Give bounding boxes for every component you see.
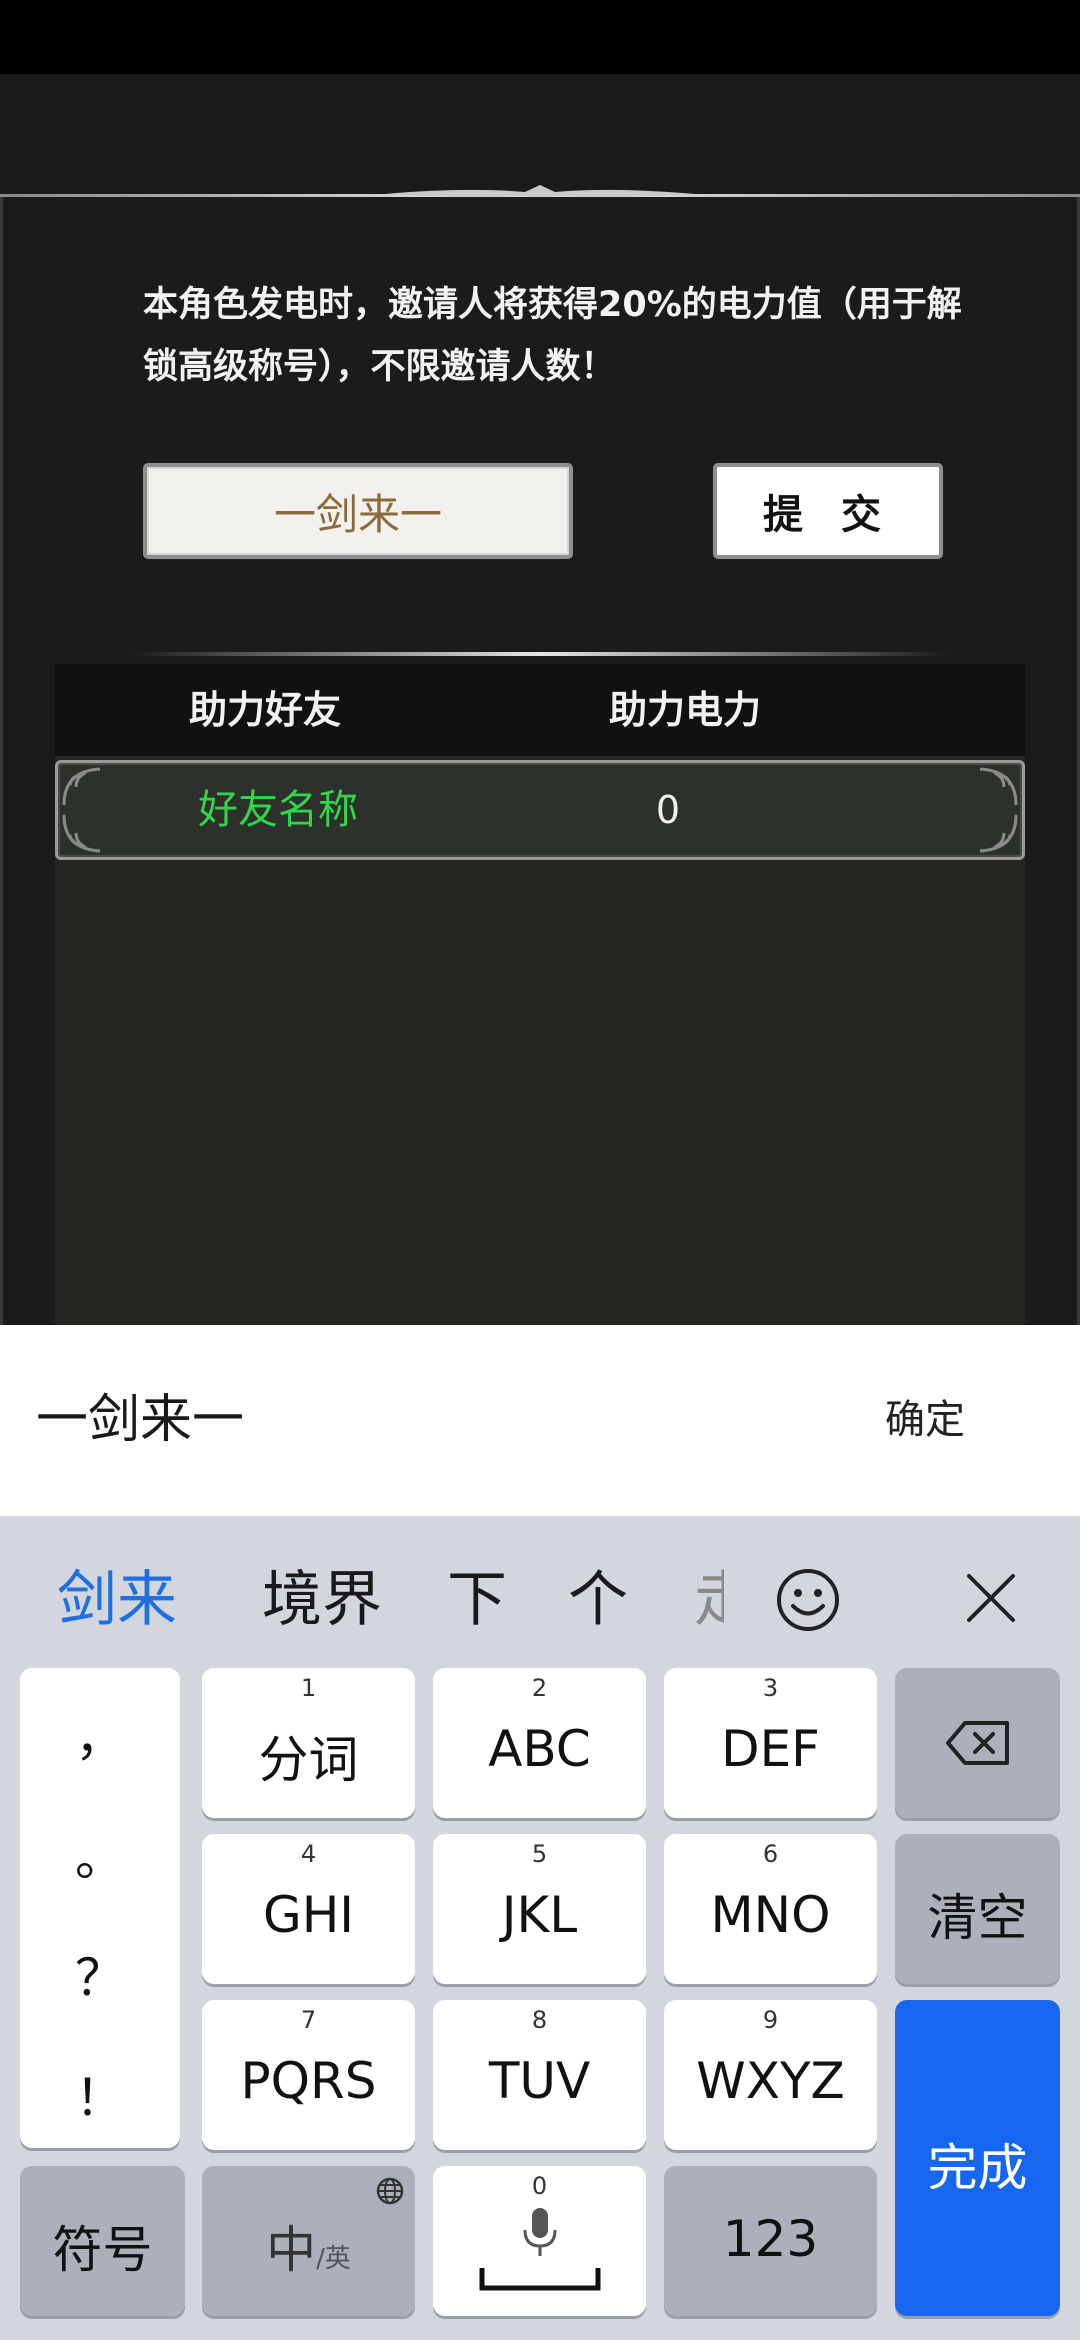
candidate-3[interactable]: 下 bbox=[447, 1550, 507, 1650]
glow-divider bbox=[130, 652, 950, 656]
key-number: 7 bbox=[300, 2006, 317, 2034]
column-header-power: 助力电力 bbox=[608, 688, 761, 732]
corner-ornament-icon bbox=[979, 814, 1018, 853]
input-text-field[interactable]: 一剑来一 bbox=[36, 1325, 244, 1516]
language-main: 中 bbox=[266, 2221, 317, 2279]
helper-table: 助力好友 助力电力 好友名称 0 bbox=[55, 664, 1025, 1325]
friend-name: 好友名称 bbox=[198, 787, 358, 833]
punct-comma-key[interactable]: ， bbox=[20, 1698, 180, 1770]
clear-label: 清空 bbox=[927, 1889, 1028, 1947]
key-label: PQRS bbox=[240, 2052, 377, 2110]
key-label: 分词 bbox=[258, 1731, 359, 1789]
language-sub: /英 bbox=[316, 2244, 351, 2274]
key-8[interactable]: 8 TUV bbox=[433, 2000, 646, 2150]
key-number: 1 bbox=[300, 1674, 317, 1702]
key-label: DEF bbox=[721, 1720, 820, 1778]
key-label: GHI bbox=[262, 1886, 355, 1944]
candidate-2[interactable]: 境界 bbox=[262, 1550, 382, 1650]
symbol-key[interactable]: 符号 bbox=[20, 2166, 185, 2316]
game-header bbox=[0, 74, 1080, 198]
key-label: MNO bbox=[710, 1886, 831, 1944]
key-3[interactable]: 3 DEF bbox=[664, 1668, 877, 1818]
key-label: TUV bbox=[488, 2052, 591, 2110]
number-label: 123 bbox=[722, 2210, 819, 2268]
backspace-key[interactable] bbox=[895, 1668, 1060, 1818]
submit-label: 提 交 bbox=[763, 492, 893, 538]
key-1[interactable]: 1 分词 bbox=[202, 1668, 415, 1818]
key-5[interactable]: 5 JKL bbox=[433, 1834, 646, 1984]
table-header: 助力好友 助力电力 bbox=[55, 664, 1025, 756]
done-key[interactable]: 完成 bbox=[895, 2000, 1060, 2316]
inviter-name-value: 一剑来一 bbox=[273, 489, 442, 539]
language-switch-key[interactable]: 中/英 bbox=[202, 2166, 415, 2316]
punct-exclaim-key[interactable]: ！ bbox=[20, 2058, 180, 2130]
done-label: 完成 bbox=[927, 2139, 1028, 2197]
candidate-1[interactable]: 剑来 bbox=[57, 1550, 177, 1650]
key-2[interactable]: 2 ABC bbox=[433, 1668, 646, 1818]
key-4[interactable]: 4 GHI bbox=[202, 1834, 415, 1984]
key-number: 6 bbox=[762, 1840, 779, 1868]
corner-ornament-icon bbox=[979, 767, 1018, 806]
emoji-icon[interactable] bbox=[775, 1567, 841, 1633]
candidate-4[interactable]: 个 bbox=[568, 1550, 628, 1650]
key-9[interactable]: 9 WXYZ bbox=[664, 2000, 877, 2150]
clear-key[interactable]: 清空 bbox=[895, 1834, 1060, 1984]
key-number: 5 bbox=[531, 1840, 548, 1868]
punctuation-column: ， 。 ？ ！ bbox=[20, 1668, 180, 2148]
key-number: 0 bbox=[531, 2172, 548, 2200]
key-number: 8 bbox=[531, 2006, 548, 2034]
key-number: 3 bbox=[762, 1674, 779, 1702]
candidate-5[interactable]: 走 bbox=[694, 1550, 724, 1650]
inviter-name-input[interactable]: 一剑来一 bbox=[143, 463, 573, 559]
submit-button[interactable]: 提 交 bbox=[713, 463, 943, 559]
key-label: ABC bbox=[488, 1720, 591, 1778]
key-6[interactable]: 6 MNO bbox=[664, 1834, 877, 1984]
corner-ornament-icon bbox=[62, 814, 101, 853]
key-7[interactable]: 7 PQRS bbox=[202, 2000, 415, 2150]
friend-power: 0 bbox=[655, 788, 681, 832]
space-key[interactable]: 0 bbox=[433, 2166, 646, 2316]
language-label: 中/英 bbox=[202, 2210, 415, 2282]
key-label: JKL bbox=[501, 1886, 578, 1944]
status-bar bbox=[0, 0, 1080, 74]
key-number: 2 bbox=[531, 1674, 548, 1702]
globe-icon bbox=[376, 2177, 404, 2205]
corner-ornament-icon bbox=[62, 767, 101, 806]
punct-period-key[interactable]: 。 bbox=[20, 1818, 180, 1890]
key-number: 9 bbox=[762, 2006, 779, 2034]
invite-description: 本角色发电时，邀请人将获得20%的电力值（用于解锁高级称号），不限邀请人数！ bbox=[143, 285, 962, 387]
column-header-friend: 助力好友 bbox=[188, 688, 341, 732]
confirm-button[interactable]: 确定 bbox=[850, 1325, 1000, 1516]
number-keyboard-key[interactable]: 123 bbox=[664, 2166, 877, 2316]
key-label: WXYZ bbox=[696, 2052, 845, 2110]
punct-question-key[interactable]: ？ bbox=[20, 1938, 180, 2010]
key-number: 4 bbox=[300, 1840, 317, 1868]
table-row[interactable]: 好友名称 0 bbox=[55, 760, 1025, 860]
microphone-icon bbox=[523, 2208, 557, 2256]
spacebar-icon bbox=[479, 2268, 601, 2291]
symbol-label: 符号 bbox=[52, 2221, 153, 2279]
close-icon[interactable] bbox=[965, 1572, 1017, 1624]
text-input-bar: 一剑来一 确定 bbox=[0, 1325, 1080, 1516]
backspace-icon bbox=[946, 1721, 1009, 1765]
